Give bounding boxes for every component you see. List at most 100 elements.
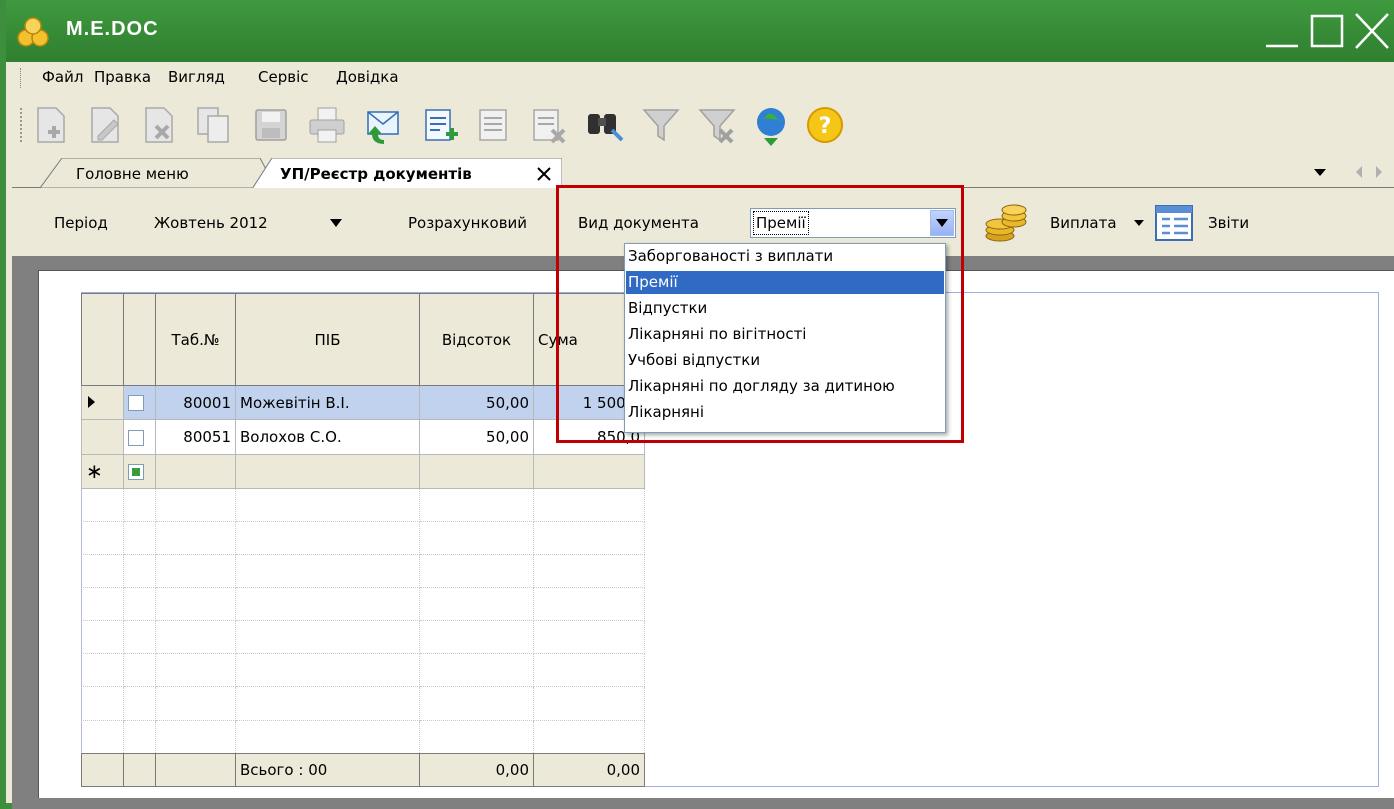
delete-document-icon[interactable]	[138, 104, 180, 146]
dropdown-option[interactable]: Відпустки	[626, 297, 944, 320]
new-document-icon[interactable]	[30, 104, 72, 146]
new-row[interactable]: ∗	[81, 453, 645, 489]
update-globe-icon[interactable]	[750, 104, 792, 146]
current-row-arrow-icon	[88, 395, 95, 408]
table-row[interactable]: 80051 Волохов С.О. 50,00 850,0	[81, 419, 645, 455]
edit-document-icon[interactable]	[84, 104, 126, 146]
row-indicator[interactable]	[81, 385, 124, 421]
add-row-icon[interactable]	[420, 104, 462, 146]
menu-file[interactable]: Файл	[42, 68, 83, 86]
dropdown-option-selected[interactable]: Премії	[626, 271, 944, 294]
cell-tab-no[interactable]: 80051	[155, 419, 236, 455]
maximize-icon[interactable]	[1308, 10, 1348, 52]
new-row-checkbox[interactable]	[128, 463, 144, 480]
tab-scroll-right-icon	[1376, 166, 1382, 178]
toolbar-grip	[20, 108, 23, 142]
tab-home-label: Головне меню	[76, 165, 189, 183]
dropdown-option[interactable]: Лікарняні по вігітності	[626, 323, 944, 346]
find-icon[interactable]	[584, 104, 626, 146]
row-checkbox[interactable]	[128, 429, 144, 446]
clear-filter-icon[interactable]	[696, 104, 738, 146]
payroll-label[interactable]: Розрахунковий	[408, 214, 527, 232]
close-window-icon[interactable]	[1352, 10, 1392, 52]
col-header-percent[interactable]: Відсоток	[419, 292, 534, 387]
doc-type-dropdown-button[interactable]	[930, 210, 954, 236]
row-checkbox-cell[interactable]	[123, 385, 156, 421]
doc-type-label: Вид документа	[578, 214, 699, 232]
title-bar[interactable]: M.E.DOC	[6, 0, 1394, 62]
dropdown-option[interactable]: Учбові відпустки	[626, 349, 944, 372]
row-indicator-header	[81, 292, 124, 387]
filter-icon[interactable]	[640, 104, 682, 146]
svg-text:?: ?	[819, 114, 832, 139]
help-icon[interactable]: ?	[804, 104, 846, 146]
print-icon[interactable]	[306, 104, 348, 146]
doc-type-dropdown-list: Заборгованості з виплати Премії Відпустк…	[624, 243, 946, 433]
menu-view[interactable]: Вигляд	[168, 68, 225, 86]
totals-row: Всього : 00 0,00 0,00	[81, 752, 645, 788]
empty-row	[81, 587, 645, 622]
delete-row-icon[interactable]	[528, 104, 570, 146]
cell-tab-no[interactable]: 80001	[155, 385, 236, 421]
reports-icon[interactable]	[1154, 204, 1194, 242]
doc-type-select[interactable]: Премії	[750, 208, 956, 238]
payment-button[interactable]: Виплата	[1040, 204, 1152, 242]
toolbar: ?	[12, 94, 1394, 156]
tab-registry[interactable]: УП/Реєстр документів	[252, 158, 562, 189]
empty-row	[81, 653, 645, 688]
empty-row	[81, 620, 645, 655]
tab-scroll-left-icon	[1356, 166, 1362, 178]
new-row-cell[interactable]	[533, 453, 645, 489]
send-email-icon[interactable]	[362, 104, 404, 146]
menu-bar: Файл Правка Вигляд Сервіс Довідка	[12, 62, 1394, 94]
period-label: Період	[54, 214, 108, 232]
chevron-down-icon	[330, 219, 342, 227]
copy-document-icon[interactable]	[192, 104, 234, 146]
new-row-checkbox-cell[interactable]	[123, 453, 156, 489]
empty-row	[81, 553, 645, 589]
chevron-down-icon	[1134, 220, 1144, 226]
edit-row-icon[interactable]	[474, 104, 516, 146]
minimize-icon[interactable]	[1262, 10, 1302, 52]
table-row[interactable]: 80001 Можевітін В.І. 50,00 1 500,0	[81, 385, 645, 421]
totals-cell	[123, 752, 156, 788]
reports-label[interactable]: Звіти	[1208, 214, 1249, 232]
coins-icon[interactable]	[982, 202, 1030, 244]
cell-percent[interactable]: 50,00	[419, 419, 534, 455]
app-window: M.E.DOC Файл Правка Вигляд Сервіс Довідк…	[0, 0, 1394, 809]
close-tab-icon[interactable]	[534, 163, 554, 183]
menu-edit[interactable]: Правка	[94, 68, 151, 86]
empty-row	[81, 686, 645, 721]
new-row-cell[interactable]	[155, 453, 236, 489]
menu-help[interactable]: Довідка	[336, 68, 399, 86]
period-select[interactable]: Жовтень 2012	[146, 204, 356, 242]
tab-home[interactable]: Головне меню	[40, 158, 276, 188]
checkbox-header[interactable]	[123, 292, 156, 387]
dropdown-option[interactable]: Лікарняні	[626, 401, 944, 424]
cell-name[interactable]: Волохов С.О.	[235, 419, 420, 455]
new-row-cell[interactable]	[235, 453, 420, 489]
empty-row	[81, 520, 645, 555]
row-checkbox[interactable]	[128, 395, 144, 412]
cell-name[interactable]: Можевітін В.І.	[235, 385, 420, 421]
col-header-name[interactable]: ПІБ	[235, 292, 420, 387]
menu-service[interactable]: Сервіс	[258, 68, 308, 86]
new-row-marker[interactable]: ∗	[81, 453, 124, 489]
new-row-cell[interactable]	[419, 453, 534, 489]
table-header-row: Таб.№ ПІБ Відсоток Сума	[81, 292, 645, 387]
chevron-down-icon	[936, 219, 948, 227]
tab-list-arrow-icon	[1314, 169, 1326, 176]
tab-strip: Головне меню УП/Реєстр документів	[12, 156, 1394, 189]
row-indicator[interactable]	[81, 419, 124, 455]
window-title: M.E.DOC	[66, 18, 159, 40]
save-icon[interactable]	[250, 104, 292, 146]
doc-type-value: Премії	[753, 211, 809, 235]
dropdown-option[interactable]: Лікарняні по догляду за дитиною	[626, 375, 944, 398]
col-header-tab-no[interactable]: Таб.№	[155, 292, 236, 387]
menu-grip	[20, 68, 23, 88]
cell-percent[interactable]: 50,00	[419, 385, 534, 421]
payment-label: Виплата	[1050, 214, 1117, 232]
dropdown-option[interactable]: Заборгованості з виплати	[626, 245, 944, 268]
tab-scroll-arrows[interactable]	[1310, 162, 1388, 182]
row-checkbox-cell[interactable]	[123, 419, 156, 455]
